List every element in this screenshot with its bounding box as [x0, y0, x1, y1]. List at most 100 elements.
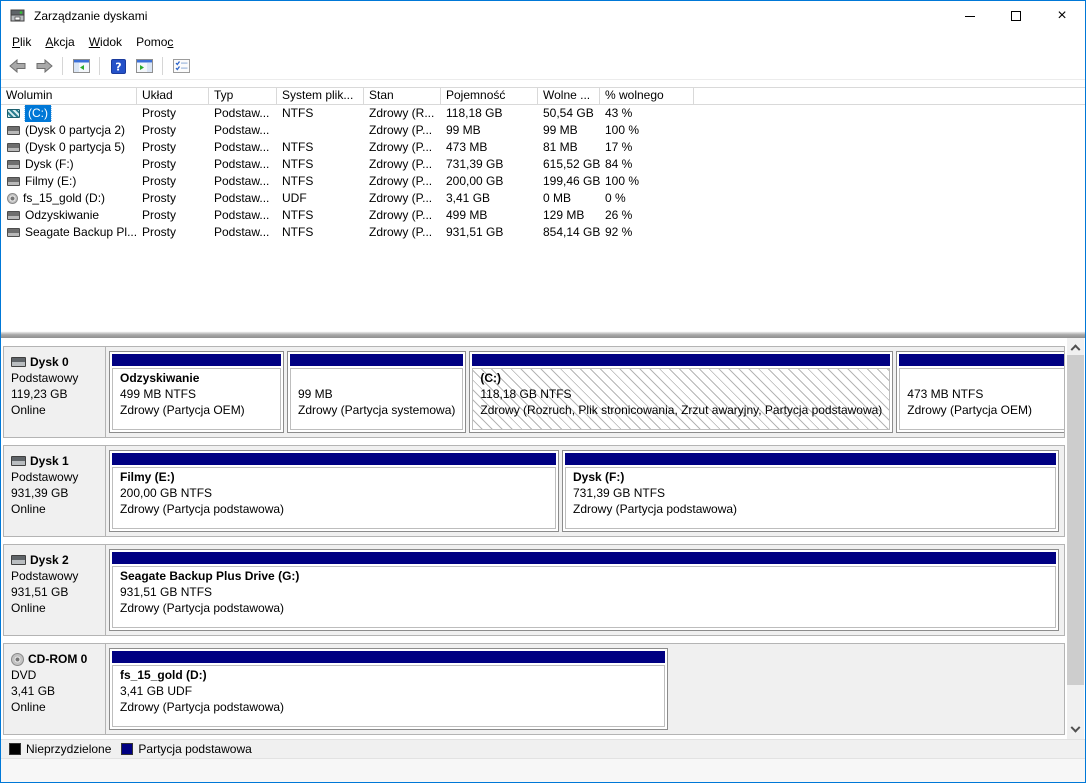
disk-size: 931,39 GB — [11, 485, 101, 501]
partition-filmy-e[interactable]: Filmy (E:) 200,00 GB NTFS Zdrowy (Partyc… — [109, 450, 559, 532]
volume-name: Seagate Backup Pl... — [25, 224, 137, 241]
cell-free: 0 MB — [538, 190, 600, 207]
partition-fs15gold-d[interactable]: fs_15_gold (D:) 3,41 GB UDF Zdrowy (Part… — [109, 648, 668, 730]
volume-disk-icon — [7, 160, 20, 169]
maximize-button[interactable] — [993, 1, 1039, 31]
partition-odzyskiwanie[interactable]: Odzyskiwanie 499 MB NTFS Zdrowy (Partycj… — [109, 351, 284, 433]
cell-free-pct: 26 % — [600, 207, 694, 224]
cell-capacity: 499 MB — [441, 207, 538, 224]
partition-oem[interactable]: 473 MB NTFS Zdrowy (Partycja OEM) — [896, 351, 1064, 433]
toolbar: ? — [1, 53, 1085, 80]
cell-status: Zdrowy (P... — [364, 173, 441, 190]
menu-akcja[interactable]: Akcja — [38, 33, 81, 51]
disk-status: Online — [11, 699, 101, 715]
volume-cd-icon — [7, 193, 18, 204]
cell-type: Podstaw... — [209, 122, 277, 139]
col-system-plikow[interactable]: System plik... — [277, 87, 364, 105]
disk-size: 3,41 GB — [11, 683, 101, 699]
cell-fs: NTFS — [277, 207, 364, 224]
table-row-c[interactable]: (C:) Prosty Podstaw... NTFS Zdrowy (R...… — [1, 105, 1085, 122]
volume-name: fs_15_gold (D:) — [23, 190, 105, 207]
primary-partition-bar — [112, 651, 665, 663]
disk-icon — [11, 555, 26, 565]
table-row[interactable]: Seagate Backup Pl... Prosty Podstaw... N… — [1, 224, 1085, 241]
partition-seagate-g[interactable]: Seagate Backup Plus Drive (G:) 931,51 GB… — [109, 549, 1059, 631]
cell-fs: NTFS — [277, 156, 364, 173]
partition-dysk-f[interactable]: Dysk (F:) 731,39 GB NTFS Zdrowy (Partycj… — [562, 450, 1059, 532]
col-wolne[interactable]: Wolne ... — [538, 87, 600, 105]
cell-type: Podstaw... — [209, 207, 277, 224]
forward-arrow-icon[interactable] — [33, 55, 55, 77]
cell-type: Podstaw... — [209, 173, 277, 190]
partition-system[interactable]: 99 MB Zdrowy (Partycja systemowa) — [287, 351, 466, 433]
menu-widok[interactable]: Widok — [82, 33, 129, 51]
primary-partition-bar — [565, 453, 1056, 465]
cdrom0-header[interactable]: CD-ROM 0 DVD 3,41 GB Online — [4, 644, 106, 734]
scroll-up-button[interactable] — [1067, 338, 1084, 355]
partition-c-selected[interactable]: (C:) 118,18 GB NTFS Zdrowy (Rozruch, Pli… — [469, 351, 893, 433]
cell-free: 854,14 GB — [538, 224, 600, 241]
col-procent-wolnego[interactable]: % wolnego — [600, 87, 694, 105]
pane-splitter[interactable] — [1, 331, 1085, 338]
col-typ[interactable]: Typ — [209, 87, 277, 105]
console-tree-icon[interactable] — [70, 55, 92, 77]
disk-row-0: Dysk 0 Podstawowy 119,23 GB Online Odzys… — [3, 346, 1065, 438]
cell-fs — [277, 122, 364, 139]
table-row[interactable]: Odzyskiwanie Prosty Podstaw... NTFS Zdro… — [1, 207, 1085, 224]
checklist-icon[interactable] — [170, 55, 192, 77]
action-pane-icon[interactable] — [133, 55, 155, 77]
legend-unallocated: Nieprzydzielone — [9, 742, 111, 756]
disk-type: Podstawowy — [11, 568, 101, 584]
volume-disk-icon — [7, 177, 20, 186]
table-row[interactable]: Dysk (F:) Prosty Podstaw... NTFS Zdrowy … — [1, 156, 1085, 173]
disk-name: Dysk 2 — [30, 552, 69, 568]
back-arrow-icon[interactable] — [7, 55, 29, 77]
volume-disk-icon — [7, 126, 20, 135]
cell-layout: Prosty — [137, 207, 209, 224]
volume-disk-icon — [7, 143, 20, 152]
help-icon[interactable]: ? — [107, 55, 129, 77]
primary-partition-bar — [472, 354, 890, 366]
window-title: Zarządzanie dyskami — [34, 9, 147, 23]
col-uklad[interactable]: Układ — [137, 87, 209, 105]
cell-status: Zdrowy (P... — [364, 156, 441, 173]
col-stan[interactable]: Stan — [364, 87, 441, 105]
vertical-scrollbar[interactable] — [1067, 338, 1084, 739]
disk1-header[interactable]: Dysk 1 Podstawowy 931,39 GB Online — [4, 446, 106, 536]
disk-size: 931,51 GB — [11, 584, 101, 600]
cell-capacity: 99 MB — [441, 122, 538, 139]
scrollbar-thumb[interactable] — [1067, 355, 1084, 685]
cell-layout: Prosty — [137, 122, 209, 139]
scroll-down-button[interactable] — [1067, 722, 1084, 739]
volume-name: Odzyskiwanie — [25, 207, 99, 224]
cell-layout: Prosty — [137, 173, 209, 190]
disk-icon — [11, 357, 26, 367]
table-row[interactable]: (Dysk 0 partycja 2) Prosty Podstaw... Zd… — [1, 122, 1085, 139]
disk0-header[interactable]: Dysk 0 Podstawowy 119,23 GB Online — [4, 347, 106, 437]
graphical-view-pane: Dysk 0 Podstawowy 119,23 GB Online Odzys… — [1, 338, 1085, 739]
toolbar-separator — [162, 57, 163, 75]
table-row[interactable]: (Dysk 0 partycja 5) Prosty Podstaw... NT… — [1, 139, 1085, 156]
cell-free-pct: 17 % — [600, 139, 694, 156]
cell-free: 129 MB — [538, 207, 600, 224]
svg-text:?: ? — [115, 60, 121, 73]
disk-row-1: Dysk 1 Podstawowy 931,39 GB Online Filmy… — [3, 445, 1065, 537]
disk2-header[interactable]: Dysk 2 Podstawowy 931,51 GB Online — [4, 545, 106, 635]
titlebar[interactable]: Zarządzanie dyskami × — [1, 1, 1085, 31]
volume-name: (Dysk 0 partycja 5) — [25, 139, 125, 156]
legend-label: Partycja podstawowa — [138, 742, 251, 756]
close-button[interactable]: × — [1039, 1, 1085, 31]
menu-plik[interactable]: Plik — [5, 33, 38, 51]
col-pojemnosc[interactable]: Pojemność — [441, 87, 538, 105]
disk-status: Online — [11, 501, 101, 517]
cell-free-pct: 92 % — [600, 224, 694, 241]
table-row[interactable]: fs_15_gold (D:) Prosty Podstaw... UDF Zd… — [1, 190, 1085, 207]
cell-status: Zdrowy (P... — [364, 207, 441, 224]
menu-pomoc[interactable]: Pomoc — [129, 33, 180, 51]
cell-fs: NTFS — [277, 139, 364, 156]
minimize-button[interactable] — [947, 1, 993, 31]
col-wolumin[interactable]: Wolumin — [1, 87, 137, 105]
table-row[interactable]: Filmy (E:) Prosty Podstaw... NTFS Zdrowy… — [1, 173, 1085, 190]
cell-type: Podstaw... — [209, 156, 277, 173]
cdrom-row: CD-ROM 0 DVD 3,41 GB Online fs_15_gold (… — [3, 643, 1065, 735]
